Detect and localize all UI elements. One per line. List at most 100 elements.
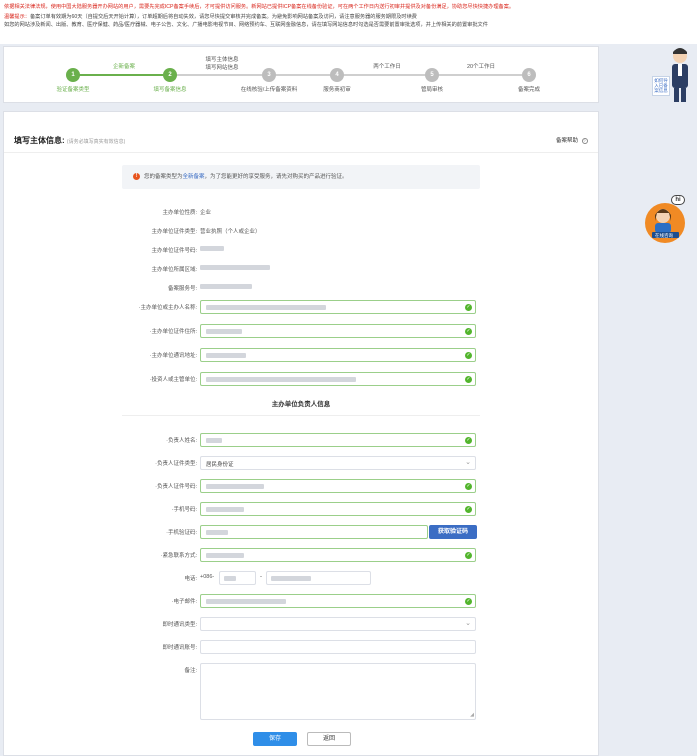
step5-top-label: 20个工作日 (466, 64, 496, 70)
label-im-type: 即时通讯类型: (162, 622, 197, 628)
label-leader-name: ·负责人姓名: (166, 438, 197, 444)
email-input[interactable]: ✓ (200, 594, 476, 608)
label-emergency: ·紧急联系方式: (160, 553, 197, 559)
label-email: ·电子邮件: (171, 599, 197, 605)
chevron-down-icon: ⌄ (465, 459, 471, 466)
alert-text-post: ，为了您能更好的享受服务，请先对购买的产品进行验证。 (204, 174, 348, 180)
sms-code-input[interactable] (200, 525, 428, 539)
label-leader-cert-no: ·负责人证件号码: (155, 484, 197, 490)
value-region (200, 265, 270, 271)
im-account-input[interactable] (200, 640, 476, 654)
step2-top-label-a: 填写主体信息 (205, 57, 239, 63)
org-name-input[interactable]: ✓ (200, 300, 476, 314)
label-mobile: ·手机号码: (171, 507, 197, 513)
label-region: 主办单位所属区域: (151, 267, 197, 273)
label-org-name: ·主办单位或主办人名称: (138, 305, 197, 311)
step4-top-label: 两个工作日 (373, 64, 401, 70)
label-service-no: 备案服务号: (167, 286, 197, 292)
remark-textarea[interactable]: ◢ (200, 663, 476, 720)
label-leader-cert-type: ·负责人证件类型: (155, 461, 197, 467)
step-connector-5 (438, 74, 525, 76)
label-cert-type: 主办单位证件类型: (151, 229, 197, 235)
progress-steps: 企新备案 填写主体信息 填写网站信息 两个工作日 20个工作日 1 2 3 4 … (3, 46, 599, 103)
label-im-account: 即时通讯账号: (162, 645, 197, 651)
leader-cert-no-input[interactable]: ✓ (200, 479, 476, 493)
warning-icon: ! (133, 173, 140, 181)
label-sms-code: ·手机验证码: (166, 530, 197, 536)
check-icon: ✓ (465, 483, 472, 490)
investor-input[interactable]: ✓ (200, 372, 476, 386)
label-phone: 电话: (184, 576, 197, 582)
label-cert-no: 主办单位证件号码: (151, 248, 197, 254)
save-button[interactable]: 保存 (253, 732, 297, 746)
value-nature: 企业 (200, 210, 212, 216)
step-5-label: 管局审核 (420, 87, 443, 93)
form-title-sub: (请务必填写真实有效信息) (66, 139, 126, 145)
step-6-label: 备案完成 (517, 87, 540, 93)
question-circle-icon: ? (581, 138, 588, 144)
get-code-button[interactable]: 获取验证码 (429, 525, 477, 539)
online-chat-helper[interactable]: hi 在线咨询 (643, 195, 691, 247)
step-1: 1 (66, 68, 80, 82)
check-icon: ✓ (465, 352, 472, 359)
value-cert-type: 营业执照（个人或企业） (200, 229, 261, 235)
step-4-label: 服务商初审 (323, 87, 351, 93)
leader-section-title: 主办单位负责人信息 (271, 401, 331, 408)
phone-area-input[interactable] (219, 571, 256, 585)
filing-help-text: 备案帮助 (556, 138, 579, 144)
section-divider (122, 415, 480, 416)
phone-prefix: +086- (200, 574, 215, 580)
step-2: 2 (163, 68, 177, 82)
step-2-label: 填写备案信息 (153, 87, 187, 93)
alert-text-pre: 您的备案类型为 (144, 174, 183, 180)
cert-address-input[interactable]: ✓ (200, 324, 476, 338)
leader-cert-type-value: 居民身份证 (206, 462, 234, 468)
import-filing-badge: 如何导入已备案信息 (652, 76, 670, 96)
notice-legal-text: 依据相关法律法规，使用中国大陆服务器开办网站的用户，需要先完成ICP备案手续后，… (4, 4, 515, 10)
mobile-input[interactable]: ✓ (200, 502, 476, 516)
step-1-label: 验证备案类型 (56, 87, 90, 93)
check-icon: ✓ (465, 552, 472, 559)
form-title-text: 填写主体信息: (14, 136, 65, 145)
phone-number-input[interactable] (266, 571, 371, 585)
label-nature: 主办单位性质: (162, 210, 197, 216)
filing-help-link[interactable]: 备案帮助 ? (556, 136, 588, 144)
label-cert-addr: ·主办单位证件住所: (149, 329, 197, 335)
label-remark: 备注: (184, 668, 197, 674)
chat-hi-bubble: hi (671, 195, 685, 205)
step-3: 3 (262, 68, 276, 82)
import-filing-helper[interactable]: 如何导入已备案信息 (646, 40, 696, 108)
leader-cert-type-select[interactable]: 居民身份证 ⌄ (200, 456, 476, 470)
chevron-down-icon: ⌄ (465, 620, 471, 627)
value-cert-no (200, 246, 224, 252)
comm-address-input[interactable]: ✓ (200, 348, 476, 362)
step-connector-4 (343, 74, 431, 76)
step-4: 4 (330, 68, 344, 82)
step1-top-label: 企新备案 (112, 64, 135, 70)
label-comm-addr: ·主办单位通讯地址: (149, 353, 197, 359)
check-icon: ✓ (465, 437, 472, 444)
resize-grip-icon: ◢ (470, 712, 474, 718)
emergency-contact-input[interactable]: ✓ (200, 548, 476, 562)
step-connector-2 (176, 74, 268, 76)
back-button[interactable]: 返回 (307, 732, 351, 746)
step-6: 6 (522, 68, 536, 82)
check-icon: ✓ (465, 376, 472, 383)
step-connector-3 (275, 74, 336, 76)
check-icon: ✓ (465, 506, 472, 513)
page-title: 填写主体信息: (请务必填写真实有效信息) (14, 135, 125, 146)
value-service-no (200, 284, 252, 290)
alert-text-highlight: 全新备案 (182, 174, 205, 180)
im-type-select[interactable]: ⌄ (200, 617, 476, 631)
step-5: 5 (425, 68, 439, 82)
notice-bar: 依据相关法律法规，使用中国大陆服务器开办网站的用户，需要先完成ICP备案手续后，… (0, 0, 697, 44)
step-connector-1 (79, 74, 169, 76)
phone-separator: - (260, 574, 262, 580)
subject-info-form: 填写主体信息: (请务必填写真实有效信息) 备案帮助 ? ! 您的备案类型为全新备… (3, 111, 599, 756)
title-divider (4, 152, 598, 153)
check-icon: ✓ (465, 328, 472, 335)
leader-name-input[interactable]: ✓ (200, 433, 476, 447)
notice-tip: 温馨提示：备案订单有效期为60天（自提交后天开始计算），订单超期后将自动失效，请… (4, 13, 693, 21)
check-icon: ✓ (465, 304, 472, 311)
filing-type-alert: ! 您的备案类型为全新备案，为了您能更好的享受服务，请先对购买的产品进行验证。 (122, 165, 480, 189)
